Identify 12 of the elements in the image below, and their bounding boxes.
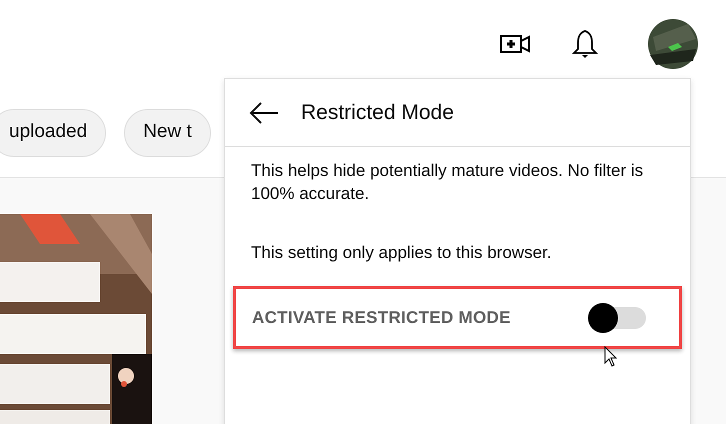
add-video-icon[interactable] xyxy=(500,32,532,56)
panel-title: Restricted Mode xyxy=(301,100,454,126)
back-arrow-icon[interactable] xyxy=(249,102,279,124)
bell-icon[interactable] xyxy=(572,29,598,59)
filter-chip[interactable]: New t xyxy=(124,108,211,156)
description-text: This setting only applies to this browser. xyxy=(251,242,552,264)
avatar[interactable] xyxy=(648,19,698,69)
description-text: This helps hide potentially mature videos. No filter is 100% accurate. xyxy=(251,160,644,205)
toggle-label: ACTIVATE RESTRICTED MODE xyxy=(252,306,512,329)
filter-chip[interactable]: uploaded xyxy=(0,108,106,156)
restricted-mode-switch[interactable] xyxy=(588,302,646,332)
mouse-cursor-icon xyxy=(604,346,618,368)
